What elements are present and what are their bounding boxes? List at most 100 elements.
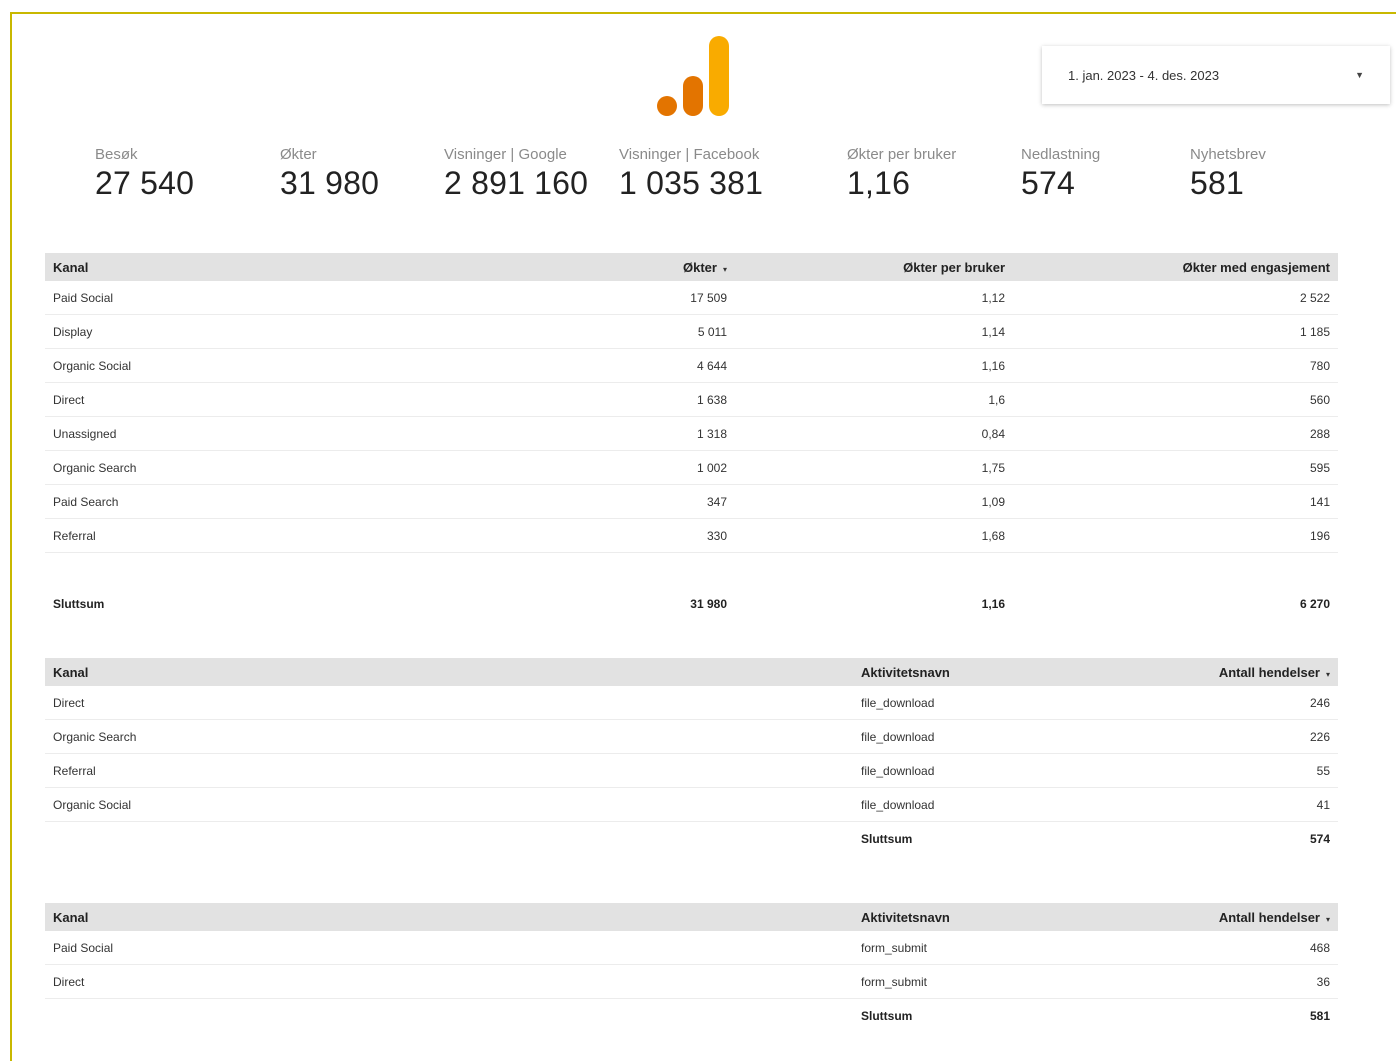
cell-engaged-sessions: 1 185 — [1013, 314, 1338, 349]
cell-total-event-count: 581 — [1309, 1009, 1330, 1023]
cell-total-engaged-sessions: 6 270 — [1299, 597, 1330, 611]
cell-event-count: 468 — [1068, 931, 1338, 965]
cell-channel: Direct — [45, 686, 853, 720]
cell-channel: Organic Social — [45, 787, 853, 822]
cell-event-count: 36 — [1068, 964, 1338, 999]
column-header-label: Antall hendelser — [1218, 909, 1320, 925]
kpi-value: 574 — [1021, 165, 1075, 201]
kpi-label: Visninger | Google — [444, 146, 567, 163]
cell-event-count: 246 — [1068, 686, 1338, 720]
cell-engaged-sessions: 780 — [1013, 348, 1338, 383]
cell-sessions: 347 — [465, 484, 735, 519]
date-range-label: 1. jan. 2023 - 4. des. 2023 — [1068, 67, 1220, 83]
cell-event-name: form_submit — [853, 931, 1068, 965]
downloads-by-channel-table: Kanal Aktivitetsnavn Antall hendelser ▾ D… — [45, 658, 1338, 856]
column-header-sessions[interactable]: Økter ▾ — [465, 253, 735, 281]
kpi-label: Visninger | Facebook — [619, 146, 760, 163]
logo-dot — [657, 96, 677, 116]
kpi-views-facebook: Visninger | Facebook 1 035 381 — [619, 146, 763, 202]
cell-channel: Unassigned — [45, 416, 465, 451]
table-row: Display 5 011 1,14 1 185 — [45, 314, 1338, 349]
table-header-row: Kanal Aktivitetsnavn Antall hendelser ▾ — [45, 903, 1338, 931]
cell-channel: Referral — [45, 518, 465, 553]
cell-sessions-per-user: 0,84 — [735, 416, 1013, 451]
table-row: Direct 1 638 1,6 560 — [45, 382, 1338, 417]
cell-sessions-per-user: 1,16 — [735, 348, 1013, 383]
dropdown-caret-icon: ▼ — [1355, 70, 1364, 80]
column-header-event-name[interactable]: Aktivitetsnavn — [853, 903, 1068, 931]
kpi-visits: Besøk 27 540 — [95, 146, 194, 202]
cell-total-sessions-per-user: 1,16 — [981, 597, 1005, 611]
column-header-engaged-sessions[interactable]: Økter med engasjement — [1013, 253, 1338, 281]
cell-event-name: form_submit — [853, 964, 1068, 999]
logo-bar-tall — [709, 36, 729, 116]
table-row: Paid Search 347 1,09 141 — [45, 484, 1338, 519]
cell-channel: Organic Search — [45, 450, 465, 485]
column-header-event-name[interactable]: Aktivitetsnavn — [853, 658, 1068, 686]
cell-sessions-per-user: 1,6 — [735, 382, 1013, 417]
cell-channel: Display — [45, 314, 465, 349]
cell-event-name: file_download — [853, 787, 1068, 822]
table-row: Direct file_download 246 — [45, 686, 1338, 720]
table-row: Paid Social form_submit 468 — [45, 931, 1338, 965]
analytics-logo-icon — [657, 36, 729, 116]
column-header-event-count[interactable]: Antall hendelser ▾ — [1068, 903, 1338, 931]
table-header-row: Kanal Aktivitetsnavn Antall hendelser ▾ — [45, 658, 1338, 686]
cell-sessions-per-user: 1,75 — [735, 450, 1013, 485]
cell-sessions: 330 — [465, 518, 735, 553]
table-total-row: Sluttsum 574 — [45, 822, 1338, 857]
cell-event-name: file_download — [853, 686, 1068, 720]
cell-channel: Organic Social — [45, 348, 465, 383]
cell-sessions-per-user: 1,68 — [735, 518, 1013, 553]
cell-total-event-count: 574 — [1309, 832, 1330, 846]
table-row: Referral file_download 55 — [45, 753, 1338, 788]
cell-engaged-sessions: 141 — [1013, 484, 1338, 519]
table-total-row: Sluttsum 581 — [45, 999, 1338, 1034]
sort-descending-icon: ▾ — [1325, 669, 1330, 679]
cell-sessions: 4 644 — [465, 348, 735, 383]
date-range-picker[interactable]: 1. jan. 2023 - 4. des. 2023 ▼ — [1042, 46, 1390, 104]
table-row: Unassigned 1 318 0,84 288 — [45, 416, 1338, 451]
cell-engaged-sessions: 560 — [1013, 382, 1338, 417]
kpi-label: Besøk — [95, 146, 138, 163]
cell-engaged-sessions: 2 522 — [1013, 281, 1338, 315]
kpi-value: 1,16 — [847, 165, 911, 201]
kpi-sessions: Økter 31 980 — [280, 146, 379, 202]
kpi-downloads: Nedlastning 574 — [1021, 146, 1100, 202]
column-header-event-count[interactable]: Antall hendelser ▾ — [1068, 658, 1338, 686]
kpi-sessions-per-user: Økter per bruker 1,16 — [847, 146, 956, 202]
cell-event-count: 55 — [1068, 753, 1338, 788]
kpi-value: 1 035 381 — [619, 165, 764, 201]
table-total-row: Sluttsum 31 980 1,16 6 270 — [45, 587, 1338, 621]
sessions-by-channel-table: Kanal Økter ▾ Økter per bruker Økter med … — [45, 253, 1338, 621]
column-header-sessions-per-user[interactable]: Økter per bruker — [735, 253, 1013, 281]
column-header-channel[interactable]: Kanal — [45, 658, 853, 686]
kpi-value: 31 980 — [280, 165, 380, 201]
column-header-channel[interactable]: Kanal — [45, 903, 853, 931]
cell-event-name: file_download — [853, 719, 1068, 754]
kpi-value: 2 891 160 — [444, 165, 589, 201]
cell-total-label: Sluttsum — [53, 597, 105, 611]
table-row: Direct form_submit 36 — [45, 964, 1338, 999]
cell-channel: Referral — [45, 753, 853, 788]
form-submits-by-channel-table: Kanal Aktivitetsnavn Antall hendelser ▾ P… — [45, 903, 1338, 1033]
table-row: Organic Social 4 644 1,16 780 — [45, 348, 1338, 383]
cell-engaged-sessions: 595 — [1013, 450, 1338, 485]
cell-channel: Direct — [45, 382, 465, 417]
sort-descending-icon: ▾ — [722, 264, 727, 274]
cell-channel: Direct — [45, 964, 853, 999]
cell-sessions-per-user: 1,14 — [735, 314, 1013, 349]
table-row: Organic Search file_download 226 — [45, 719, 1338, 754]
cell-total-sessions: 31 980 — [690, 597, 727, 611]
cell-channel: Paid Social — [45, 931, 853, 965]
cell-sessions: 5 011 — [465, 314, 735, 349]
table-row: Organic Search 1 002 1,75 595 — [45, 450, 1338, 485]
cell-channel: Paid Search — [45, 484, 465, 519]
kpi-value: 27 540 — [95, 165, 195, 201]
column-header-channel[interactable]: Kanal — [45, 253, 465, 281]
sort-descending-icon: ▾ — [1325, 914, 1330, 924]
kpi-newsletter: Nyhetsbrev 581 — [1190, 146, 1266, 202]
kpi-label: Nedlastning — [1021, 146, 1101, 163]
table-row: Paid Social 17 509 1,12 2 522 — [45, 281, 1338, 315]
cell-engaged-sessions: 196 — [1013, 518, 1338, 553]
